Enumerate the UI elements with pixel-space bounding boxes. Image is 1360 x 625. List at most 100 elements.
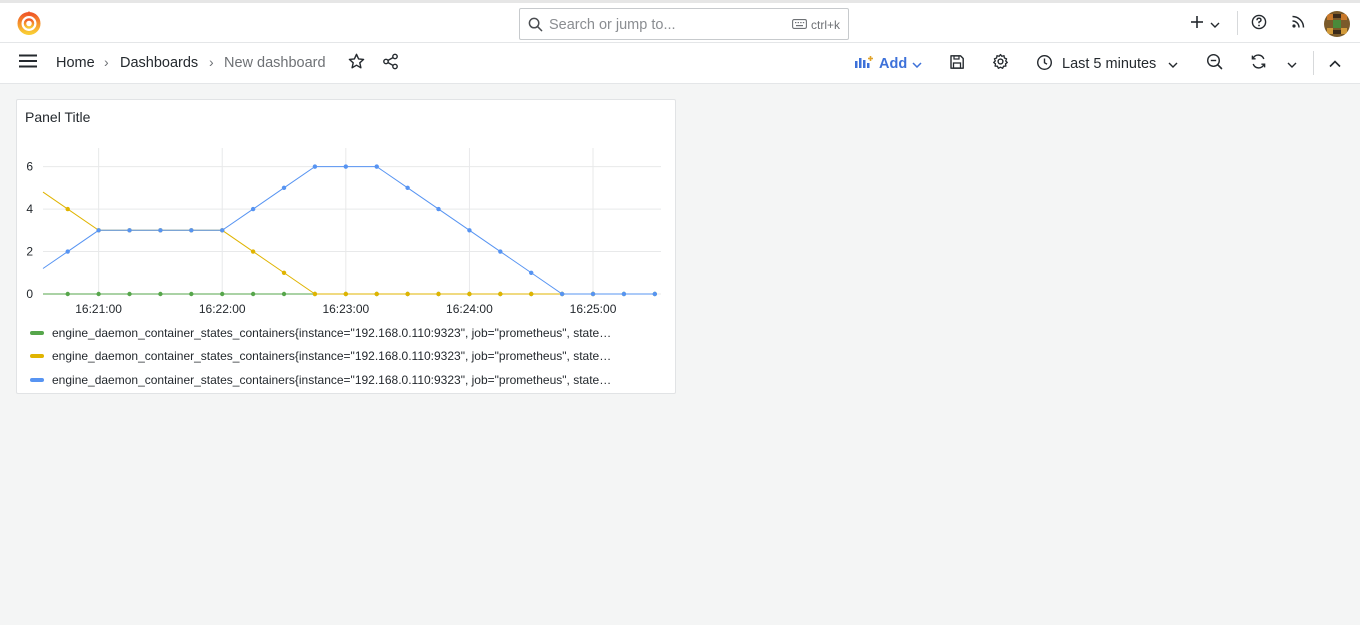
news-button[interactable] [1291, 11, 1309, 37]
legend-item[interactable]: engine_daemon_container_states_container… [30, 321, 670, 345]
data-point [405, 291, 410, 297]
y-tick-label: 4 [26, 202, 33, 216]
data-point [281, 291, 287, 297]
chevron-down-icon [1210, 15, 1220, 33]
search-shortcut: ctrl+k [792, 18, 840, 32]
breadcrumb-separator: › [104, 54, 109, 70]
x-tick-label: 16:24:00 [446, 302, 493, 316]
chart-legend: engine_daemon_container_states_container… [30, 321, 670, 392]
keyboard-icon [792, 18, 807, 32]
zoom-out-icon [1206, 53, 1223, 75]
data-point [498, 249, 503, 254]
data-point [250, 249, 256, 254]
dashboard-settings-button[interactable] [990, 53, 1010, 75]
rss-icon [1291, 14, 1306, 34]
chevron-up-icon [1329, 55, 1341, 73]
search-shortcut-text: ctrl+k [810, 18, 840, 32]
data-point [652, 291, 658, 297]
data-point [436, 291, 441, 297]
time-range-picker[interactable]: Last 5 minutes [1036, 53, 1178, 75]
save-icon [949, 54, 965, 75]
star-icon [348, 53, 365, 75]
add-panel-icon [854, 55, 874, 73]
x-tick-label: 16:21:00 [75, 302, 122, 316]
add-button-label: Add [879, 56, 908, 72]
series-line [42, 166, 655, 295]
share-icon [382, 53, 399, 75]
new-button[interactable] [1190, 11, 1224, 37]
data-point [96, 228, 101, 233]
dashboard-navbar: Home › Dashboards › New dashboard Add La… [0, 43, 1360, 84]
breadcrumb-dashboards[interactable]: Dashboards [120, 55, 198, 71]
topbar-divider [1237, 11, 1238, 35]
chevron-down-icon [912, 56, 922, 72]
refresh-button[interactable] [1248, 54, 1268, 74]
refresh-interval-button[interactable] [1283, 54, 1301, 74]
data-point [529, 291, 534, 297]
legend-swatch [30, 377, 44, 382]
time-series-panel[interactable]: Panel Title 0 2 4 6 16:21:00 16:22:00 16:23:00… [16, 99, 676, 394]
data-point [220, 228, 225, 233]
breadcrumb-separator: › [209, 54, 214, 70]
user-avatar[interactable] [1324, 11, 1350, 37]
data-point [467, 228, 472, 233]
chevron-down-icon [1287, 55, 1297, 73]
plus-icon [1190, 15, 1204, 34]
legend-label: engine_daemon_container_states_container… [52, 325, 612, 340]
gear-icon [992, 53, 1009, 75]
data-point [374, 164, 379, 169]
star-button[interactable] [346, 53, 366, 75]
search-placeholder: Search or jump to... [549, 17, 676, 33]
search-input[interactable]: Search or jump to... ctrl+k [519, 8, 849, 40]
menu-toggle-button[interactable] [17, 54, 39, 72]
data-point [529, 270, 534, 275]
data-point [621, 291, 627, 297]
data-point [281, 270, 287, 275]
data-point [436, 206, 441, 212]
avatar [1324, 11, 1350, 37]
legend-label: engine_daemon_container_states_container… [52, 349, 612, 364]
data-point [498, 291, 503, 297]
y-tick-label: 6 [26, 160, 33, 174]
navbar-divider [1313, 51, 1314, 75]
y-tick-label: 2 [26, 245, 33, 259]
hamburger-menu-icon [18, 54, 38, 73]
data-point [250, 206, 256, 212]
data-point [343, 164, 349, 169]
y-tick-label: 0 [26, 287, 33, 301]
legend-item[interactable]: engine_daemon_container_states_container… [30, 368, 670, 392]
data-point [158, 228, 163, 233]
collapse-navbar-button[interactable] [1325, 54, 1345, 74]
chevron-down-icon [1168, 56, 1178, 72]
data-point [374, 291, 379, 297]
zoom-out-button[interactable] [1204, 53, 1224, 75]
grafana-logo-icon[interactable] [16, 10, 42, 36]
data-point [127, 291, 132, 297]
data-point [65, 291, 70, 297]
share-button[interactable] [380, 53, 400, 75]
data-point [467, 291, 472, 297]
data-point [590, 291, 596, 297]
clock-icon [1036, 54, 1053, 75]
data-point [65, 206, 70, 212]
data-point [189, 291, 194, 297]
help-button[interactable] [1251, 11, 1269, 37]
x-tick-label: 16:25:00 [570, 302, 617, 316]
refresh-icon [1250, 53, 1267, 75]
top-bar: Search or jump to... ctrl+k [0, 0, 1360, 43]
data-point [127, 228, 132, 233]
data-point [343, 291, 349, 297]
breadcrumb-home[interactable]: Home [56, 55, 95, 71]
time-range-label: Last 5 minutes [1062, 56, 1157, 72]
add-button[interactable]: Add [854, 53, 922, 75]
data-point [220, 291, 225, 297]
data-point [250, 291, 256, 297]
x-tick-label: 16:22:00 [199, 302, 246, 316]
legend-swatch [30, 354, 44, 359]
data-point [312, 164, 318, 169]
save-dashboard-button[interactable] [947, 54, 967, 74]
legend-item[interactable]: engine_daemon_container_states_container… [30, 345, 670, 369]
data-point [96, 291, 101, 297]
legend-swatch [30, 330, 44, 335]
search-icon [528, 17, 543, 37]
